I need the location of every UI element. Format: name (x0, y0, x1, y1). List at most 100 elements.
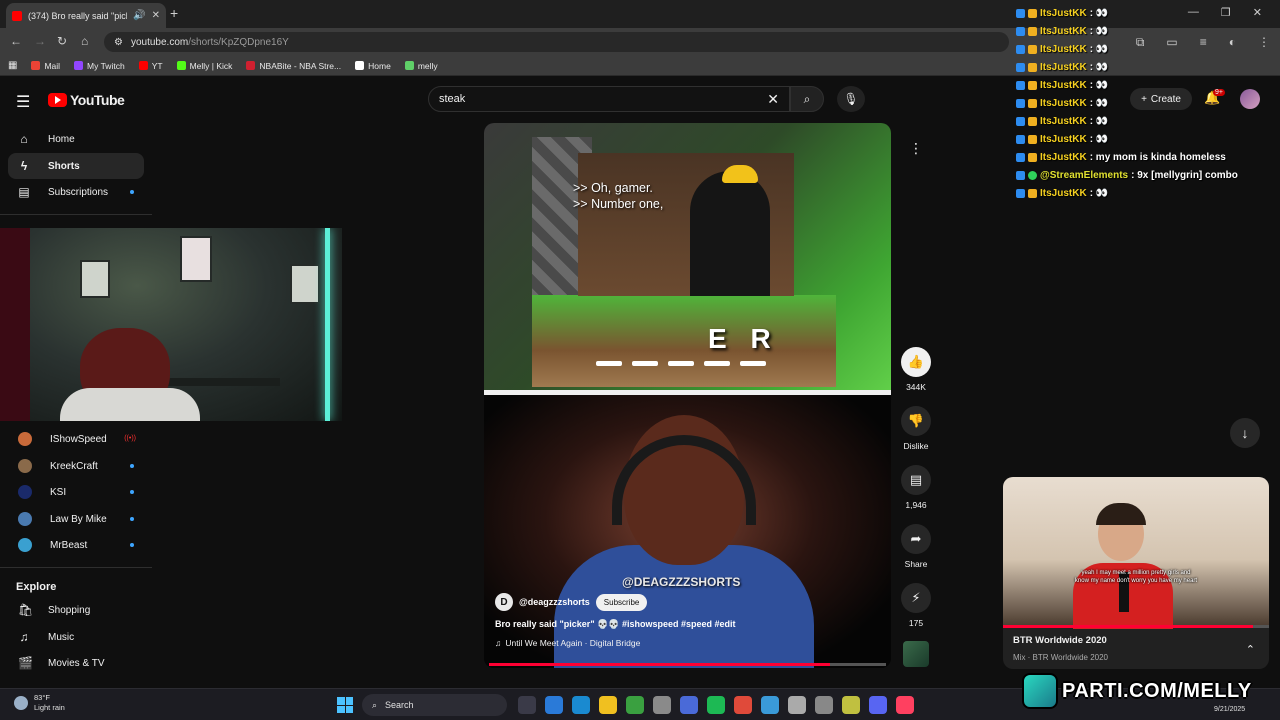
sidebar-item-movies-tv[interactable]: 🎬 Movies & TV (8, 650, 144, 676)
chevron-up-icon[interactable]: ⌃ (1246, 643, 1255, 656)
taskbar-app-icon[interactable] (815, 696, 833, 714)
search-icon: ⌕ (372, 699, 378, 710)
remix-button[interactable]: ⚡ 175 (898, 583, 934, 628)
channel-avatar (18, 538, 32, 552)
taskbar-app-icon[interactable] (653, 696, 671, 714)
progress-fill (489, 663, 831, 666)
sidebar-item-music[interactable]: ♫ Music (8, 624, 144, 650)
sidebar-item-mrbeast[interactable]: MrBeast (8, 532, 144, 558)
share-icon: ➦ (901, 524, 931, 554)
more-options-icon[interactable]: ⋮ (906, 140, 926, 160)
comments-button[interactable]: ▤ 1,946 (898, 465, 934, 510)
dislike-button[interactable]: 👎 Dislike (898, 406, 934, 451)
taskbar-app-icon[interactable] (869, 696, 887, 714)
chat-message: ItsJustKK: 👀 (1016, 40, 1276, 58)
youtube-logo[interactable]: YouTube (48, 92, 125, 108)
badge-icon (1016, 80, 1025, 90)
bookmark-nbabite[interactable]: NBABite - NBA Stre... (246, 61, 341, 71)
taskbar-app-icon[interactable] (842, 696, 860, 714)
channel-name[interactable]: @deagzzzshorts (519, 597, 590, 607)
bookmark-mail[interactable]: Mail (31, 61, 60, 71)
channel-avatar (18, 459, 32, 473)
taskbar-app-icon[interactable] (572, 696, 590, 714)
taskbar-app-icon[interactable] (707, 696, 725, 714)
bookmark-yt[interactable]: YT (138, 61, 163, 71)
back-icon[interactable]: ← (10, 34, 22, 48)
search-button[interactable]: ⌕ (790, 86, 824, 112)
close-tab-icon[interactable]: ✕ (152, 10, 160, 21)
share-button[interactable]: ➦ Share (898, 524, 934, 569)
chat-username: ItsJustKK (1040, 133, 1087, 145)
mini-player[interactable]: yeah I may meet a million pretty girls a… (1003, 477, 1269, 669)
sidebar-item-law-by-mike[interactable]: Law By Mike (8, 506, 144, 532)
sidebar-item-label: Shopping (48, 604, 91, 616)
sidebar-item-ishowspeed[interactable]: IShowSpeed ((•)) (8, 426, 144, 452)
progress-fill (1003, 625, 1254, 628)
sidebar-item-shorts[interactable]: ϟ Shorts (8, 153, 144, 179)
weather-widget[interactable]: 83°F Light rain (14, 693, 65, 713)
taskbar-app-icon[interactable] (599, 696, 617, 714)
sound-thumbnail[interactable] (903, 641, 929, 667)
sidebar-item-home[interactable]: ⌂ Home (8, 126, 144, 152)
taskbar-app-icon[interactable] (518, 696, 536, 714)
letter-blanks (596, 361, 766, 366)
taskbar-search[interactable]: ⌕ Search (362, 694, 507, 716)
sidebar-item-label: IShowSpeed (50, 433, 107, 445)
taskbar-app-icon[interactable] (680, 696, 698, 714)
taskbar-app-icon[interactable] (761, 696, 779, 714)
bookmark-x-home[interactable]: Home (355, 61, 391, 71)
new-content-dot (130, 517, 134, 521)
chat-username: ItsJustKK (1040, 151, 1087, 163)
taskbar-app-icon[interactable] (545, 696, 563, 714)
clear-search-icon[interactable]: ✕ (767, 91, 779, 108)
sidebar-item-label: MrBeast (50, 539, 88, 551)
taskbar-app-icon[interactable] (896, 696, 914, 714)
video-title[interactable]: Bro really said "picker" 💀💀 #ishowspeed … (495, 619, 736, 630)
chat-text: : 👀 (1089, 79, 1109, 91)
bookmark-melly[interactable]: melly (404, 61, 438, 71)
badge-icon (1016, 188, 1025, 198)
hamburger-menu-icon[interactable]: ☰ (16, 92, 30, 112)
home-browser-icon[interactable]: ⌂ (81, 34, 88, 48)
like-button[interactable]: 👍 344K (898, 347, 934, 392)
speaker-icon[interactable]: 🔊 (133, 10, 145, 21)
mini-progress-bar[interactable] (1003, 625, 1269, 628)
address-bar[interactable]: ⚙ youtube.com/shorts/KpZQDpne16Y (104, 32, 1009, 52)
next-short-button[interactable]: ↓ (1230, 418, 1260, 448)
forward-icon[interactable]: → (34, 34, 46, 48)
shopping-icon: 🛍 (18, 603, 34, 617)
video-sound[interactable]: ♫ Until We Meet Again · Digital Bridge (495, 638, 640, 648)
sidebar-item-subscriptions[interactable]: ▤ Subscriptions (8, 179, 144, 205)
search-input[interactable]: steak ✕ (428, 86, 790, 112)
badge-icon (1016, 116, 1025, 126)
sidebar-item-shopping[interactable]: 🛍 Shopping (8, 597, 144, 623)
reload-icon[interactable]: ↻ (57, 34, 67, 48)
chat-text: : 👀 (1089, 97, 1109, 109)
sidebar-item-ksi[interactable]: KSI (8, 479, 144, 505)
mini-player-video[interactable]: yeah I may meet a million pretty girls a… (1003, 477, 1269, 629)
new-tab-button[interactable]: + (170, 5, 178, 21)
browser-tab-active[interactable]: (374) Bro really said "picke 🔊 ✕ (6, 3, 166, 28)
subscribe-button[interactable]: Subscribe (595, 593, 648, 611)
thumbs-down-icon: 👎 (901, 406, 931, 436)
bookmark-twitch[interactable]: My Twitch (74, 61, 125, 71)
taskbar-app-icon[interactable] (734, 696, 752, 714)
taskbar-app-icon[interactable] (788, 696, 806, 714)
video-progress-bar[interactable] (489, 663, 886, 666)
wall-poster (80, 260, 110, 298)
movies-icon: 🎬 (18, 656, 33, 670)
video-watermark: @DEAGZZZSHORTS (622, 575, 741, 589)
taskbar-app-icon[interactable] (626, 696, 644, 714)
sidebar-item-kreekcraft[interactable]: KreekCraft (8, 453, 144, 479)
apps-grid-icon[interactable]: ▦ (8, 60, 17, 71)
subscriptions-icon: ▤ (18, 185, 30, 199)
site-info-icon[interactable]: ⚙ (114, 37, 123, 48)
windows-start-icon[interactable] (337, 697, 353, 713)
channel-avatar[interactable]: D (495, 593, 513, 611)
bookmark-kick[interactable]: Melly | Kick (176, 61, 232, 71)
chat-message: ItsJustKK: my mom is kinda homeless (1016, 148, 1276, 166)
voice-search-button[interactable]: 🎙 (837, 86, 865, 112)
chat-text: : 👀 (1089, 43, 1109, 55)
shorts-video-player[interactable]: >> Oh, gamer. >> Number one, E R @DEAGZZ… (484, 123, 891, 668)
explore-heading: Explore (16, 581, 57, 593)
